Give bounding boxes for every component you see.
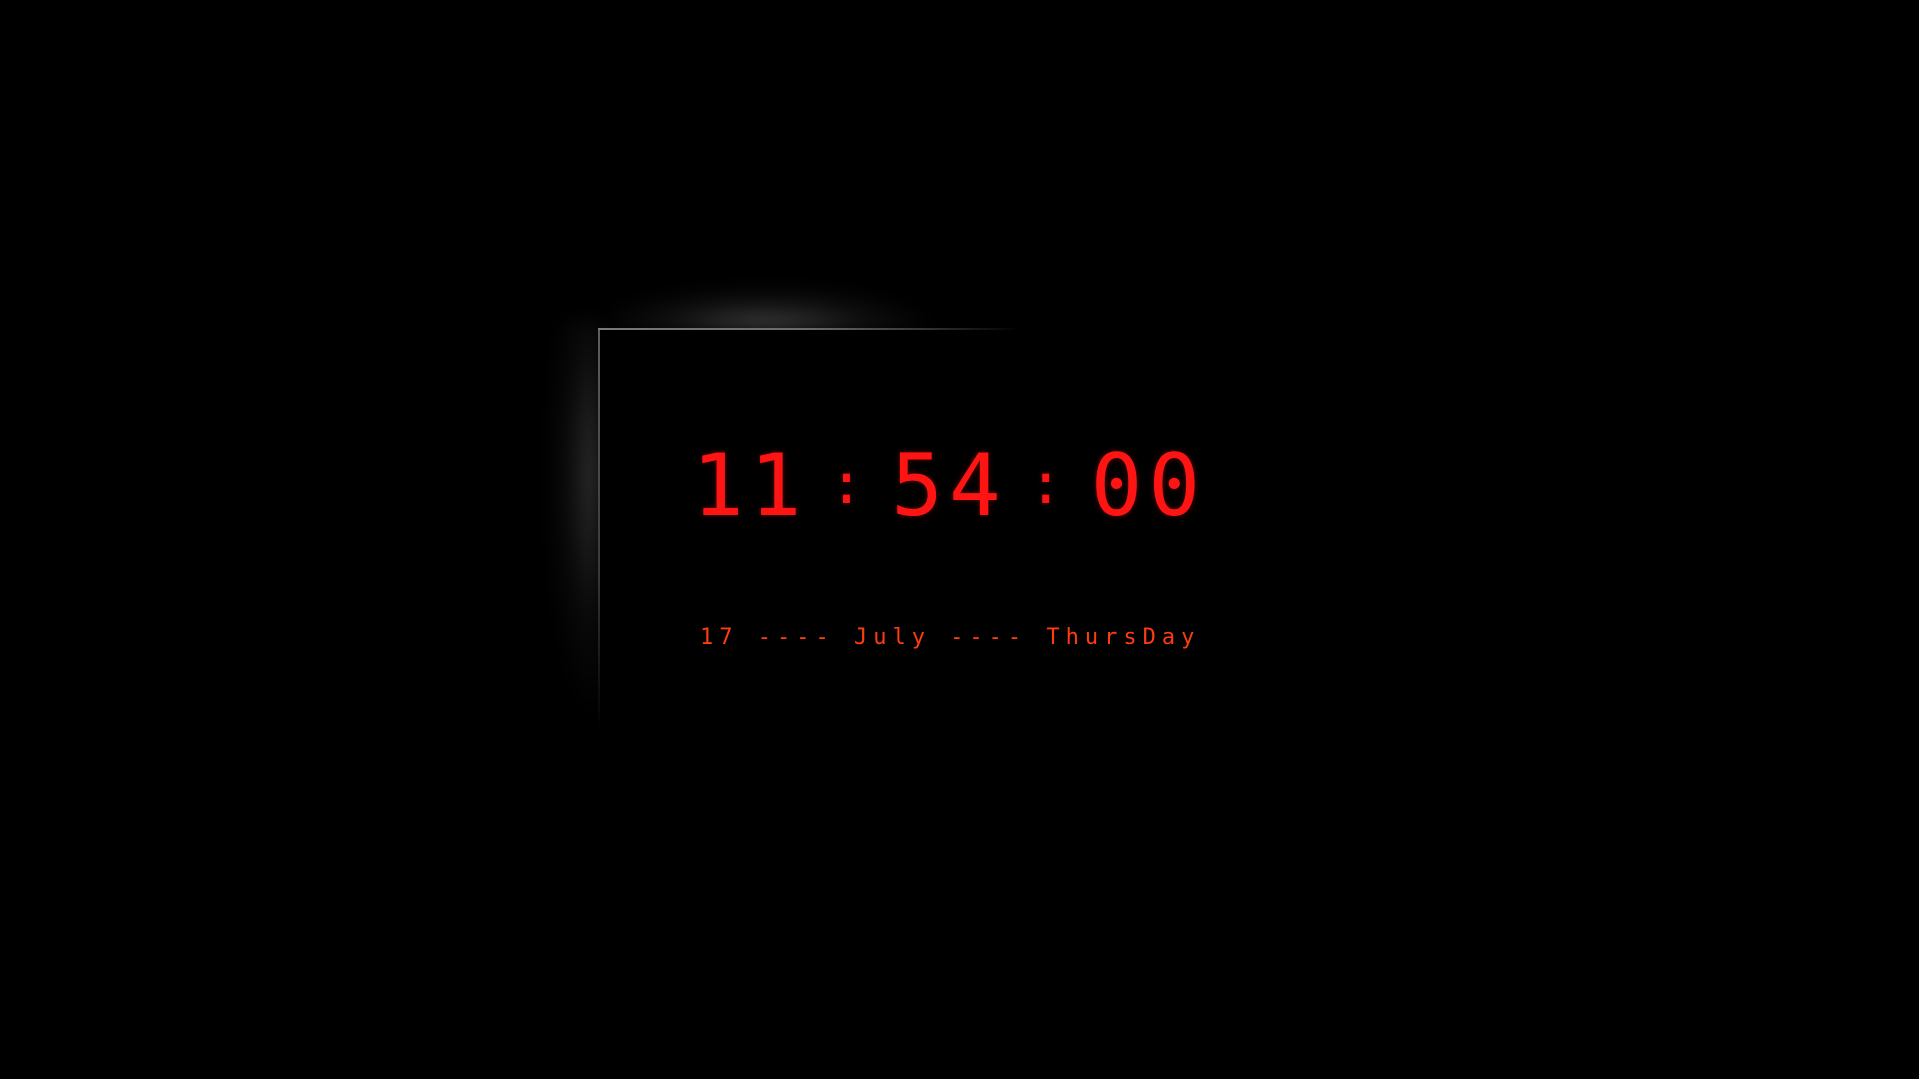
desktop-background: 11:54:00 17 ---- July ---- ThursDay: [0, 0, 1919, 1079]
frame-glow-left: [548, 320, 600, 710]
time-minutes: 54: [891, 436, 1007, 536]
time-separator: :: [829, 452, 870, 517]
clock-panel-left-border: [598, 330, 600, 730]
time-hours: 11: [692, 436, 808, 536]
time-separator: :: [1028, 452, 1069, 517]
time-seconds: 00: [1090, 436, 1207, 536]
digital-time: 11:54:00: [692, 430, 1252, 540]
frame-glow-top: [600, 286, 930, 330]
date-line: 17 ---- July ---- ThursDay: [700, 625, 1201, 650]
